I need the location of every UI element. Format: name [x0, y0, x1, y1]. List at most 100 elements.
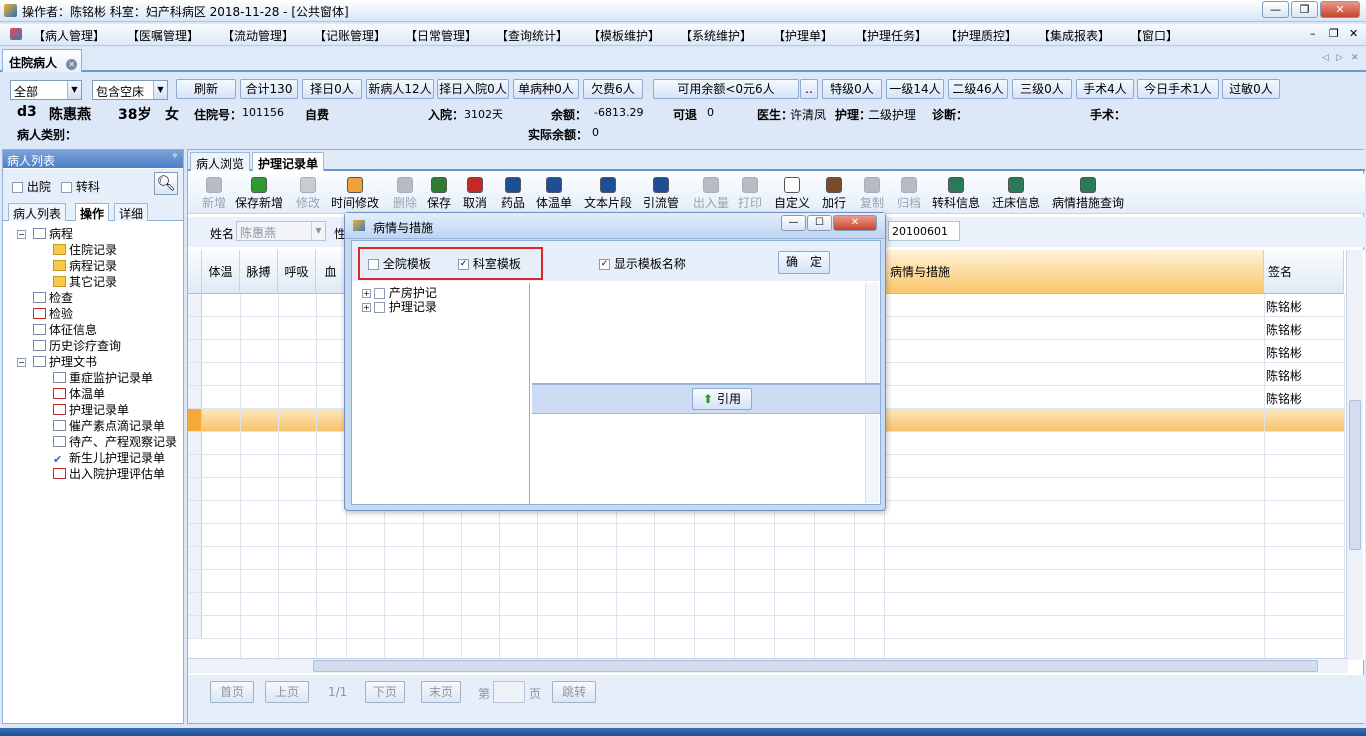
- menu-flow-mgmt[interactable]: 【流动管理】: [222, 27, 294, 44]
- surgery-button[interactable]: 手术4人: [1076, 79, 1134, 99]
- tree-item-lab[interactable]: 检验: [33, 306, 73, 322]
- row-header[interactable]: [188, 593, 202, 615]
- mdi-restore-icon[interactable]: ❐: [1329, 27, 1339, 40]
- grade3-button[interactable]: 三级0人: [1012, 79, 1072, 99]
- tree-item-vitals[interactable]: 体征信息: [33, 322, 97, 338]
- toolbar-button[interactable]: 文本片段: [584, 177, 632, 211]
- show-template-name-checkbox[interactable]: ✓ 显示模板名称: [599, 255, 686, 272]
- menu-nursing-tasks[interactable]: 【护理任务】: [855, 27, 927, 44]
- row-header[interactable]: [188, 317, 202, 339]
- tree-item-course[interactable]: 病程: [33, 226, 73, 242]
- grade1-button[interactable]: 一级14人: [886, 79, 944, 99]
- col-respiration[interactable]: 呼吸: [278, 250, 316, 294]
- pane-scrollbar[interactable]: [865, 283, 879, 383]
- scroll-thumb[interactable]: [1349, 400, 1361, 550]
- restore-button[interactable]: ❐: [1291, 1, 1318, 18]
- tree-item-newborn[interactable]: ✔ 新生儿护理记录单: [53, 450, 165, 466]
- menu-system-maint[interactable]: 【系统维护】: [680, 27, 752, 44]
- row-header[interactable]: [188, 432, 202, 454]
- col-signature[interactable]: 签名: [1264, 250, 1344, 294]
- col-condition-measures[interactable]: 病情与措施: [884, 250, 1264, 294]
- grade2-button[interactable]: 二级46人: [948, 79, 1008, 99]
- collapse-icon[interactable]: −: [17, 230, 26, 239]
- row-header[interactable]: [188, 501, 202, 523]
- toolbar-button[interactable]: 迁床信息: [992, 177, 1040, 211]
- toolbar-button[interactable]: 病情措施查询: [1052, 177, 1124, 211]
- menu-query-stats[interactable]: 【查询统计】: [496, 27, 568, 44]
- menu-reports[interactable]: 【集成报表】: [1038, 27, 1110, 44]
- tree-item-admit-discharge[interactable]: 出入院护理评估单: [53, 466, 165, 482]
- new-patients-button[interactable]: 新病人12人: [366, 79, 434, 99]
- toolbar-button[interactable]: 删除: [393, 177, 417, 211]
- tab-inpatients[interactable]: 住院病人 ✕: [2, 49, 82, 72]
- vertical-scrollbar[interactable]: [1346, 250, 1363, 660]
- toolbar-button[interactable]: 归档: [897, 177, 921, 211]
- table-row[interactable]: [188, 570, 1345, 593]
- tab-details[interactable]: 详细: [114, 203, 149, 221]
- row-header[interactable]: [188, 363, 202, 385]
- row-header[interactable]: [188, 547, 202, 569]
- menu-orders-mgmt[interactable]: 【医嘱管理】: [127, 27, 199, 44]
- tab-close-all-icon[interactable]: ✕: [1351, 53, 1359, 63]
- tree-item-history[interactable]: 历史诊疗查询: [33, 338, 121, 354]
- hscroll-thumb[interactable]: [313, 660, 1318, 672]
- tree-item-other-record[interactable]: 其它记录: [53, 274, 117, 290]
- special-grade-button[interactable]: 特级0人: [822, 79, 882, 99]
- row-header[interactable]: [188, 616, 202, 638]
- horizontal-scrollbar[interactable]: [188, 658, 1348, 673]
- last-page-button[interactable]: 末页: [421, 681, 461, 703]
- tab-scroll-right-icon[interactable]: ▷: [1336, 53, 1343, 63]
- mdi-close-icon[interactable]: ✕: [1349, 27, 1358, 40]
- col-pulse[interactable]: 脉搏: [240, 250, 278, 294]
- row-header[interactable]: [188, 455, 202, 477]
- tree-item-course-record[interactable]: 病程记录: [53, 258, 117, 274]
- jump-button[interactable]: 跳转: [552, 681, 596, 703]
- more-button[interactable]: ..: [800, 79, 818, 99]
- pin-icon[interactable]: ᵠ: [173, 152, 177, 163]
- signature-cell[interactable]: 陈铭彬: [1266, 390, 1302, 407]
- table-row[interactable]: [188, 524, 1345, 547]
- search-icon[interactable]: 🔍︎: [154, 172, 178, 195]
- cite-button[interactable]: ⬆ 引用: [692, 388, 752, 410]
- table-row[interactable]: [188, 547, 1345, 570]
- negative-balance-button[interactable]: 可用余额<0元6人: [653, 79, 799, 99]
- minimize-button[interactable]: —: [1262, 1, 1289, 18]
- signature-cell[interactable]: 陈铭彬: [1266, 367, 1302, 384]
- tree-item-temperature[interactable]: 体温单: [53, 386, 105, 402]
- toolbar-button[interactable]: 药品: [501, 177, 525, 211]
- arrears-button[interactable]: 欠费6人: [583, 79, 643, 99]
- toolbar-button[interactable]: 出入量: [693, 177, 729, 211]
- today-surgery-button[interactable]: 今日手术1人: [1137, 79, 1219, 99]
- date-field[interactable]: 20100601: [888, 221, 960, 241]
- first-page-button[interactable]: 首页: [210, 681, 254, 703]
- total-button[interactable]: 合计130: [240, 79, 298, 99]
- tree-item-admission-record[interactable]: 住院记录: [53, 242, 117, 258]
- menu-template-maint[interactable]: 【模板维护】: [588, 27, 660, 44]
- dialog-maximize-button[interactable]: ☐: [807, 215, 832, 231]
- toolbar-button[interactable]: 修改: [296, 177, 320, 211]
- table-row[interactable]: [188, 616, 1345, 639]
- row-header[interactable]: [188, 386, 202, 408]
- single-disease-button[interactable]: 单病种0人: [513, 79, 579, 99]
- mdi-minimize-icon[interactable]: –: [1310, 27, 1316, 40]
- dialog-minimize-button[interactable]: —: [781, 215, 806, 231]
- tab-nursing-record[interactable]: 护理记录单: [252, 152, 325, 171]
- col-blood-pressure[interactable]: 血: [316, 250, 346, 294]
- menu-nursing-sheet[interactable]: 【护理单】: [773, 27, 833, 44]
- menu-billing-mgmt[interactable]: 【记账管理】: [314, 27, 386, 44]
- menu-daily-mgmt[interactable]: 【日常管理】: [405, 27, 477, 44]
- tree-item-icu-record[interactable]: 重症监护记录单: [53, 370, 153, 386]
- row-header[interactable]: [188, 340, 202, 362]
- row-header[interactable]: [188, 409, 202, 431]
- confirm-button[interactable]: 确 定: [778, 251, 830, 274]
- collapse-icon[interactable]: −: [17, 358, 26, 367]
- pane2-scrollbar[interactable]: [865, 415, 879, 503]
- transfer-checkbox[interactable]: 转科: [61, 178, 100, 195]
- menu-nursing-qc[interactable]: 【护理质控】: [945, 27, 1017, 44]
- signature-cell[interactable]: 陈铭彬: [1266, 344, 1302, 361]
- row-header[interactable]: [188, 524, 202, 546]
- row-header[interactable]: [188, 294, 202, 316]
- signature-cell[interactable]: 陈铭彬: [1266, 321, 1302, 338]
- chevron-down-icon[interactable]: ▼: [311, 222, 325, 240]
- tab-patient-list[interactable]: 病人列表: [8, 203, 67, 221]
